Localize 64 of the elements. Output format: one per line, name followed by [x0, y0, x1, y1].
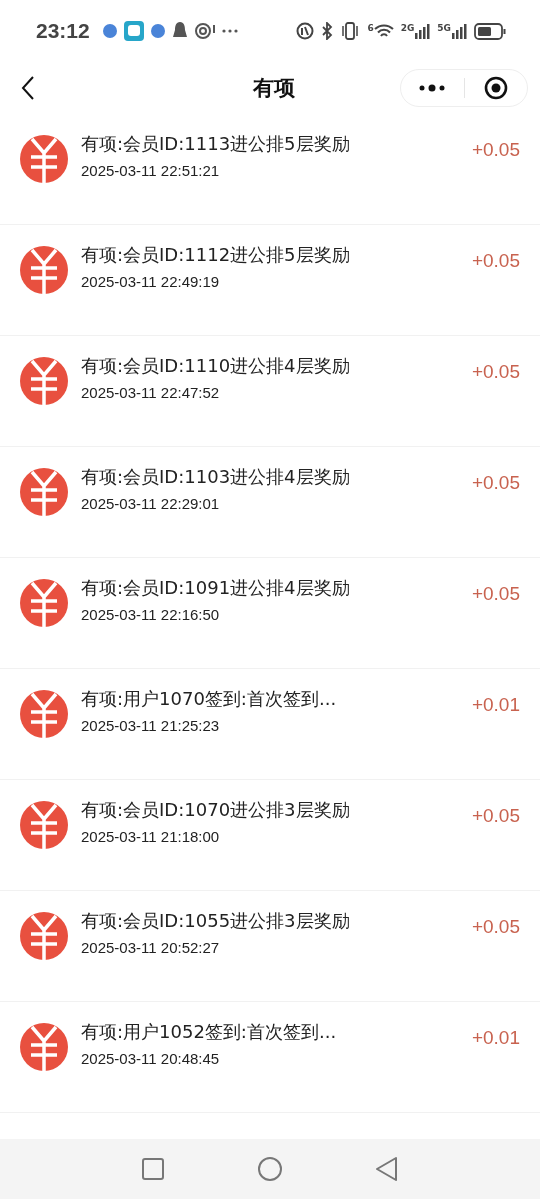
more-icon	[418, 84, 447, 92]
record-amount: +0.05	[471, 250, 520, 272]
more-icon	[221, 29, 238, 33]
signal-icon	[414, 23, 431, 39]
yuan-icon	[20, 135, 68, 183]
record-row[interactable]: 有项:会员ID:1113进公排5层奖励 2025-03-11 22:51:21 +0.05	[0, 114, 540, 225]
record-time: 2025-03-11 21:18:00	[81, 828, 221, 845]
record-row[interactable]: 有项:会员ID:1112进公排5层奖励 2025-03-11 22:49:19 +0.05	[0, 225, 540, 336]
record-title: 有项:会员ID:1110进公排4层奖励	[81, 354, 351, 378]
clock-time: 23:12	[36, 19, 90, 43]
record-amount: +0.05	[471, 361, 520, 383]
wifi-icon	[373, 23, 394, 39]
back-button[interactable]	[20, 75, 36, 101]
record-row[interactable]: 有项:会员ID:1055进公排3层奖励 2025-03-11 20:52:27 +0.05	[0, 891, 540, 1002]
yuan-icon	[20, 912, 68, 960]
record-title: 有项:会员ID:1070进公排3层奖励	[81, 798, 351, 822]
bluetooth-icon	[321, 22, 334, 40]
record-title: 有项:会员ID:1112进公排5层奖励	[81, 243, 351, 267]
wifi-label: 6	[367, 23, 374, 33]
signal-icon	[451, 23, 467, 39]
battery-icon	[474, 22, 506, 40]
yuan-icon	[20, 801, 68, 849]
vibrate-icon	[340, 22, 361, 40]
record-title: 有项:会员ID:1055进公排3层奖励	[81, 909, 351, 933]
home-button[interactable]	[257, 1156, 283, 1182]
yuan-icon	[20, 357, 68, 405]
record-title: 有项:会员ID:1113进公排5层奖励	[81, 132, 351, 156]
record-time: 2025-03-11 20:48:45	[81, 1050, 221, 1067]
record-row[interactable]: 有项:会员ID:1070进公排3层奖励 2025-03-11 21:18:00 +0.05	[0, 780, 540, 891]
record-title: 有项:用户1070签到:首次签到...	[81, 687, 338, 711]
record-row[interactable]: 有项:用户1070签到:首次签到... 2025-03-11 21:25:23 +0.01	[0, 669, 540, 780]
record-amount: +0.05	[471, 139, 520, 161]
record-title: 有项:会员ID:1091进公排4层奖励	[81, 576, 351, 600]
record-time: 2025-03-11 22:51:21	[81, 162, 221, 179]
record-row[interactable]: 有项:会员ID:1110进公排4层奖励 2025-03-11 22:47:52 +0.05	[0, 336, 540, 447]
record-time: 2025-03-11 21:25:23	[81, 717, 221, 734]
yuan-icon	[20, 579, 68, 627]
target-icon	[483, 76, 508, 100]
page-title: 有项	[253, 75, 295, 102]
network-label: 5G	[437, 23, 451, 33]
record-time: 2025-03-11 22:47:52	[81, 384, 221, 401]
target-icon	[193, 22, 216, 40]
record-time: 2025-03-11 20:52:27	[81, 939, 221, 956]
record-amount: +0.01	[471, 694, 520, 716]
yuan-icon	[20, 246, 68, 294]
record-amount: +0.05	[471, 916, 520, 938]
network-label: 2G	[400, 23, 415, 33]
record-amount: +0.05	[471, 805, 520, 827]
record-time: 2025-03-11 22:49:19	[81, 273, 221, 290]
yuan-icon	[20, 690, 68, 738]
record-time: 2025-03-11 22:29:01	[81, 495, 221, 512]
recents-button[interactable]	[141, 1157, 165, 1181]
app-icon	[123, 21, 144, 41]
yuan-icon	[20, 1023, 68, 1071]
record-row[interactable]: 有项:会员ID:1091进公排4层奖励 2025-03-11 22:16:50 +0.05	[0, 558, 540, 669]
record-title: 有项:用户1052签到:首次签到...	[81, 1020, 338, 1044]
record-amount: +0.01	[471, 1027, 520, 1049]
record-amount: +0.05	[471, 583, 520, 605]
record-row[interactable]: 有项:用户1052签到:首次签到... 2025-03-11 20:48:45 +0.01	[0, 1002, 540, 1113]
record-time: 2025-03-11 22:16:50	[81, 606, 221, 623]
record-amount: +0.05	[471, 472, 520, 494]
yuan-icon	[20, 468, 68, 516]
record-row[interactable]: 有项:会员ID:1103进公排4层奖励 2025-03-11 22:29:01 +0.05	[0, 447, 540, 558]
record-title: 有项:会员ID:1103进公排4层奖励	[81, 465, 351, 489]
